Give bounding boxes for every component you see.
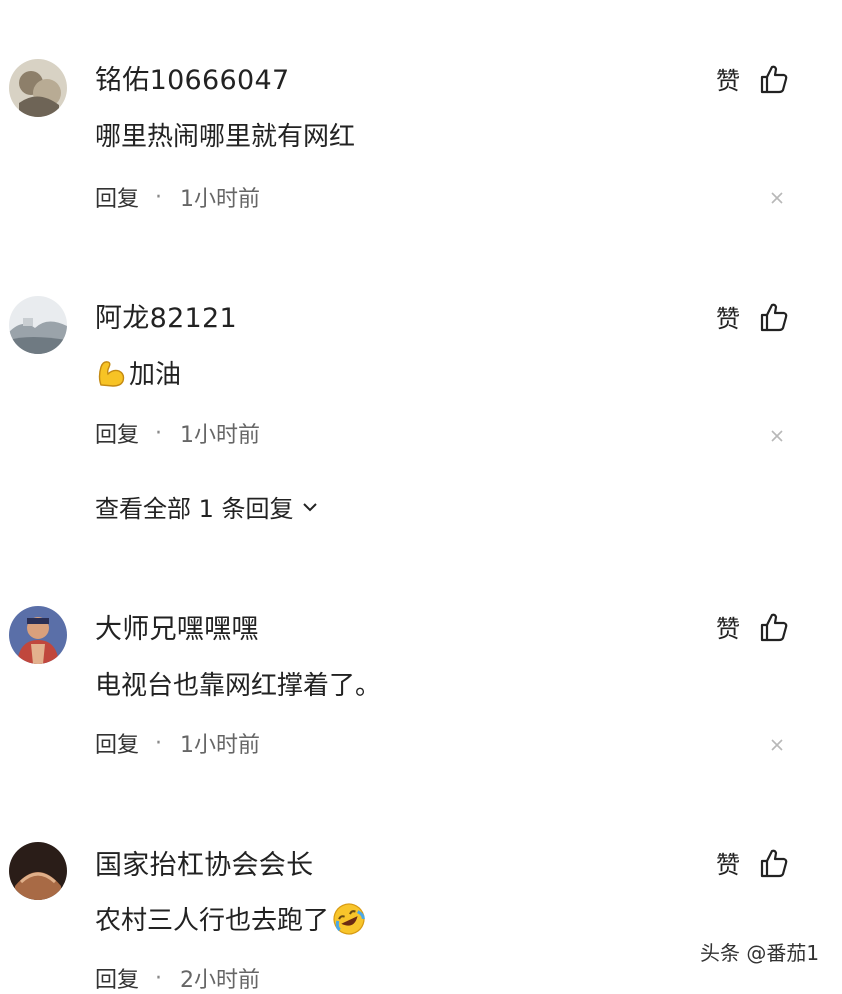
like-button[interactable]: 赞: [716, 845, 790, 880]
like-label: 赞: [716, 851, 740, 879]
rolling-laughing-emoji: [333, 902, 365, 935]
timestamp: 2小时前: [180, 968, 261, 993]
comment-item: 国家抬杠协会会长 赞 农村三人行也去跑了 回复 · 2小时前: [0, 0, 842, 993]
avatar[interactable]: [9, 842, 67, 900]
thumbs-up-icon: [760, 849, 788, 877]
comment-text-body: 农村三人行也去跑了: [95, 906, 330, 936]
username[interactable]: 国家抬杠协会会长: [95, 843, 313, 882]
separator-dot: ·: [155, 965, 163, 991]
watermark: 头条 @番茄1: [700, 941, 820, 965]
reply-button[interactable]: 回复: [95, 962, 139, 994]
comment-meta: 回复 · 2小时前: [95, 962, 260, 994]
comment-text: 农村三人行也去跑了: [95, 900, 367, 937]
